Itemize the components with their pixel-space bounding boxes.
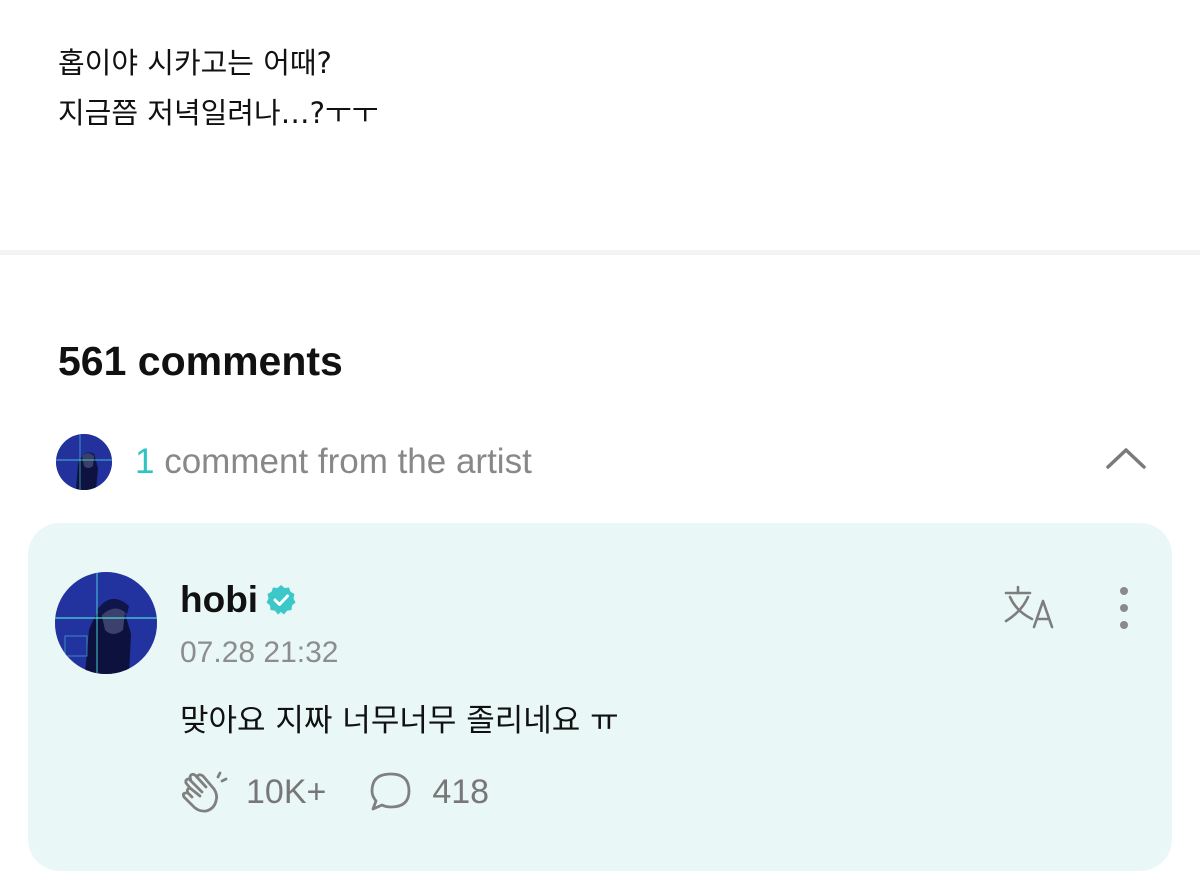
artist-comment-label: comment from the artist: [164, 442, 532, 481]
artist-avatar[interactable]: [55, 572, 157, 674]
translate-icon[interactable]: [1000, 583, 1060, 633]
chevron-up-icon[interactable]: [1104, 443, 1148, 473]
comments-count: 561 comments: [58, 338, 343, 384]
like-button[interactable]: 10K+: [180, 769, 326, 815]
comment-reactions: 10K+ 418: [180, 769, 489, 815]
more-vertical-icon[interactable]: [1108, 583, 1140, 633]
username-text: hobi: [180, 579, 259, 620]
comment-text: 맞아요 지짜 너무너무 졸리네요 ㅠ: [180, 703, 619, 739]
clap-icon: [181, 771, 228, 813]
reply-count: 418: [432, 772, 490, 811]
speech-bubble-icon: [370, 772, 411, 811]
artist-comment-count: 1: [135, 442, 155, 481]
artist-avatar-small: [56, 434, 112, 490]
artist-comments-summary: 1 comment from the artist: [135, 442, 532, 482]
post-body: 홉이야 시카고는 어때? 지금쯤 저녁일려나…?ㅜㅜ: [58, 38, 378, 138]
reply-button[interactable]: 418: [366, 769, 489, 815]
artist-comment-card: hobi 07.28 21:32 맞아요 지짜 너무너무 졸리네요 ㅠ 10K+…: [28, 523, 1172, 871]
verified-badge-icon: [266, 585, 296, 615]
comment-timestamp: 07.28 21:32: [180, 636, 339, 669]
like-count: 10K+: [246, 772, 327, 811]
artist-comments-toggle[interactable]: 1 comment from the artist: [56, 433, 1156, 491]
post-line-2: 지금쯤 저녁일려나…?ㅜㅜ: [58, 96, 379, 130]
section-divider: [0, 250, 1200, 255]
post-line-1: 홉이야 시카고는 어때?: [58, 46, 332, 80]
artist-username[interactable]: hobi: [180, 579, 298, 621]
